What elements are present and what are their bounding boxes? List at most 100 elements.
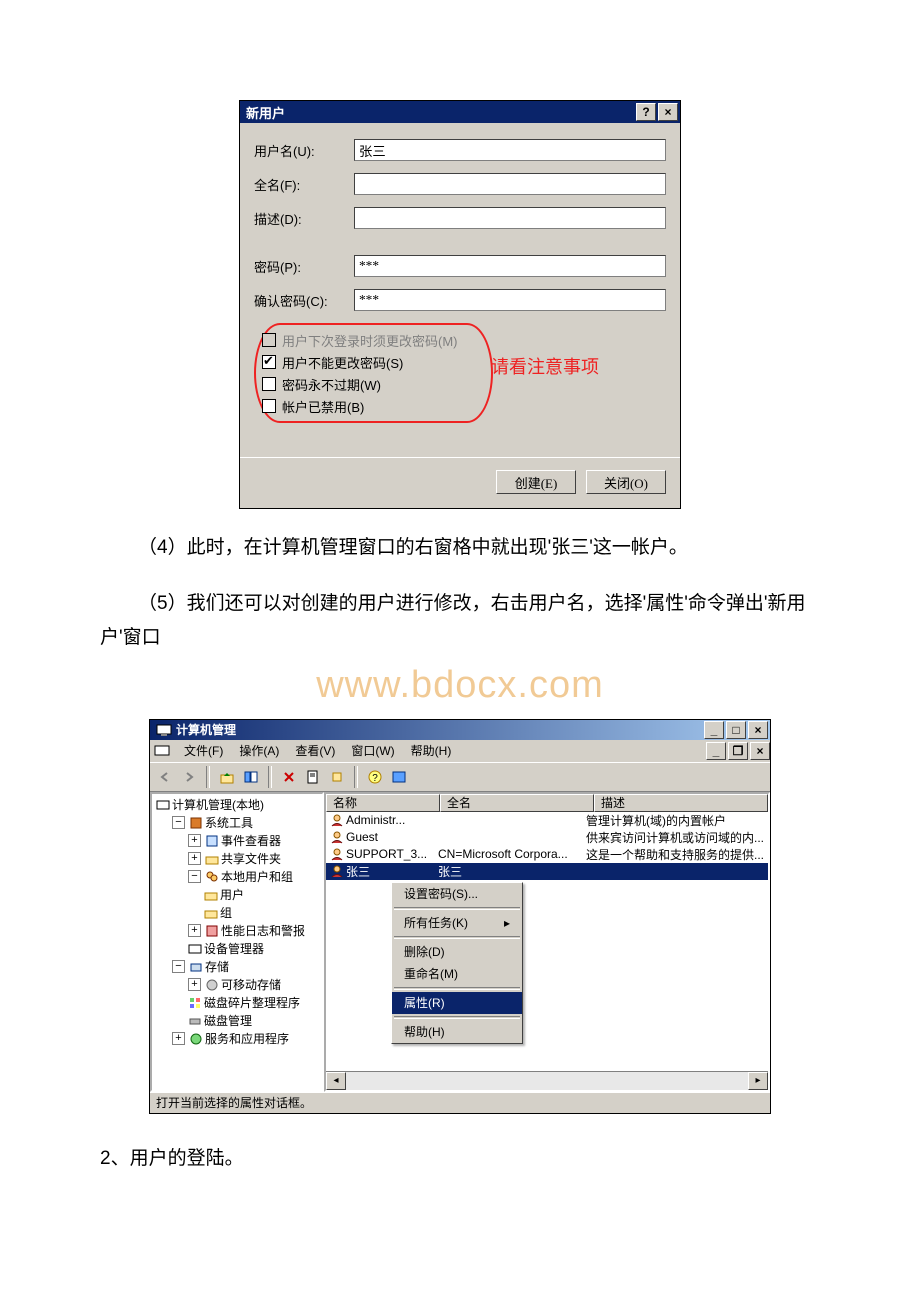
tree-system-tools[interactable]: −系统工具 [172, 814, 320, 832]
tree-device-manager[interactable]: 设备管理器 [188, 940, 320, 958]
cannot-change-password-label: 用户不能更改密码(S) [282, 353, 403, 372]
statusbar-text: 打开当前选择的属性对话框。 [156, 1094, 312, 1111]
tree-disk-mgmt[interactable]: 磁盘管理 [188, 1012, 320, 1030]
list-row[interactable]: Administr...管理计算机(域)的内置帐户 [326, 812, 768, 829]
mmc-doc-icon [154, 743, 170, 759]
mmc-toolbar: ? [150, 762, 770, 792]
tree-defrag[interactable]: 磁盘碎片整理程序 [188, 994, 320, 1012]
cannot-change-password-checkbox[interactable] [262, 355, 276, 369]
tree-event-viewer[interactable]: +事件查看器 [188, 832, 320, 850]
child-close-icon[interactable]: × [750, 742, 770, 760]
mmc-title: 计算机管理 [176, 721, 702, 738]
account-disabled-label: 帐户已禁用(B) [282, 397, 364, 416]
paragraph-5: （5）我们还可以对创建的用户进行修改，右击用户名，选择'属性'命令弹出'新用户'… [100, 587, 820, 655]
list-row[interactable]: SUPPORT_3...CN=Microsoft Corpora...这是一个帮… [326, 846, 768, 863]
list-row[interactable]: 张三张三 [326, 863, 768, 880]
context-menu: 设置密码(S)... 所有任务(K)▸ 删除(D) 重命名(M) 属性(R) 帮… [391, 882, 523, 1044]
description-label: 描述(D): [254, 209, 354, 228]
menu-action[interactable]: 操作(A) [231, 742, 287, 759]
back-icon[interactable] [154, 766, 176, 788]
minimize-icon[interactable]: _ [704, 721, 724, 739]
list-header: 名称 全名 描述 [326, 794, 768, 812]
help-icon[interactable]: ? [636, 103, 656, 121]
tree-storage[interactable]: −存储 [172, 958, 320, 976]
watermark-text: www.bdocx.com [100, 664, 820, 707]
close-icon[interactable]: × [658, 103, 678, 121]
username-input[interactable] [354, 139, 666, 161]
fullname-input[interactable] [354, 173, 666, 195]
list-rows-container: Administr...管理计算机(域)的内置帐户Guest供来宾访问计算机或访… [326, 812, 768, 1071]
menu-window[interactable]: 窗口(W) [343, 742, 402, 759]
account-disabled-checkbox[interactable] [262, 399, 276, 413]
confirm-password-label: 确认密码(C): [254, 291, 354, 310]
export-icon[interactable] [326, 766, 348, 788]
col-name[interactable]: 名称 [326, 794, 440, 812]
tree-perf-logs[interactable]: +性能日志和警报 [188, 922, 320, 940]
mmc-menubar: 文件(F) 操作(A) 查看(V) 窗口(W) 帮助(H) _ ❐ × [150, 740, 770, 762]
ctx-help[interactable]: 帮助(H) [392, 1021, 522, 1043]
dialog-titlebar[interactable]: 新用户 ? × [240, 101, 680, 123]
child-restore-icon[interactable]: ❐ [728, 742, 748, 760]
paragraph-4: （4）此时，在计算机管理窗口的右窗格中就出现'张三'这一帐户。 [100, 531, 820, 565]
user-icon [330, 813, 344, 827]
password-label: 密码(P): [254, 257, 354, 276]
password-input[interactable] [354, 255, 666, 277]
fullname-label: 全名(F): [254, 175, 354, 194]
scroll-right-icon[interactable]: ▸ [748, 1072, 768, 1090]
tree-shared-folders[interactable]: +共享文件夹 [188, 850, 320, 868]
col-desc[interactable]: 描述 [594, 794, 768, 812]
statusbar: 打开当前选择的属性对话框。 [150, 1092, 770, 1113]
ctx-all-tasks[interactable]: 所有任务(K)▸ [392, 912, 522, 934]
dialog-title: 新用户 [242, 103, 634, 122]
close-window-icon[interactable]: × [748, 721, 768, 739]
create-button[interactable]: 创建(E) [496, 470, 576, 494]
svg-text:?: ? [372, 773, 378, 784]
computer-management-window: 计算机管理 _ □ × 文件(F) 操作(A) 查看(V) 窗口(W) 帮助(H… [149, 719, 771, 1114]
confirm-password-input[interactable] [354, 289, 666, 311]
menu-file[interactable]: 文件(F) [176, 742, 231, 759]
mmc-app-icon [156, 722, 172, 738]
help-toolbar-icon[interactable]: ? [364, 766, 386, 788]
username-label: 用户名(U): [254, 141, 354, 160]
tree-root[interactable]: 计算机管理(本地) [156, 796, 320, 814]
must-change-password-checkbox [262, 333, 276, 347]
annotation-note: 请看注意事项 [491, 353, 599, 379]
paragraph-6: 2、用户的登陆。 [100, 1142, 820, 1176]
tree-services-apps[interactable]: +服务和应用程序 [172, 1030, 320, 1048]
ctx-delete[interactable]: 删除(D) [392, 941, 522, 963]
horizontal-scrollbar[interactable]: ◂ ▸ [326, 1071, 768, 1090]
scroll-left-icon[interactable]: ◂ [326, 1072, 346, 1090]
list-pane: 名称 全名 描述 Administr...管理计算机(域)的内置帐户Guest供… [324, 792, 770, 1092]
user-icon [330, 830, 344, 844]
delete-icon[interactable] [278, 766, 300, 788]
child-minimize-icon[interactable]: _ [706, 742, 726, 760]
properties-icon[interactable] [302, 766, 324, 788]
tree-pane[interactable]: 计算机管理(本地) −系统工具 +事件查看器 +共享文件夹 −本地用户和组 用户 [150, 792, 324, 1092]
menu-view[interactable]: 查看(V) [287, 742, 343, 759]
forward-icon[interactable] [178, 766, 200, 788]
new-user-dialog: 新用户 ? × 用户名(U): 全名(F): 描述(D): 密码(P): [239, 100, 681, 509]
close-button[interactable]: 关闭(O) [586, 470, 666, 494]
password-options-group: 用户下次登录时须更改密码(M) 用户不能更改密码(S) 密码永不过期(W) 帐户… [254, 323, 493, 423]
never-expire-checkbox[interactable] [262, 377, 276, 391]
ctx-properties[interactable]: 属性(R) [392, 992, 522, 1014]
tree-groups[interactable]: 组 [204, 904, 320, 922]
ctx-rename[interactable]: 重命名(M) [392, 963, 522, 985]
must-change-password-label: 用户下次登录时须更改密码(M) [282, 331, 458, 350]
col-fullname[interactable]: 全名 [440, 794, 594, 812]
menu-help[interactable]: 帮助(H) [403, 742, 460, 759]
maximize-icon[interactable]: □ [726, 721, 746, 739]
mmc-titlebar[interactable]: 计算机管理 _ □ × [150, 720, 770, 740]
user-icon [330, 864, 344, 878]
ctx-set-password[interactable]: 设置密码(S)... [392, 883, 522, 905]
tree-removable-storage[interactable]: +可移动存储 [188, 976, 320, 994]
show-hide-tree-icon[interactable] [240, 766, 262, 788]
list-row[interactable]: Guest供来宾访问计算机或访问域的内... [326, 829, 768, 846]
tree-local-users-groups[interactable]: −本地用户和组 [188, 868, 320, 886]
description-input[interactable] [354, 207, 666, 229]
tree-users[interactable]: 用户 [204, 886, 320, 904]
up-folder-icon[interactable] [216, 766, 238, 788]
refresh-icon[interactable] [388, 766, 410, 788]
never-expire-label: 密码永不过期(W) [282, 375, 381, 394]
user-icon [330, 847, 344, 861]
